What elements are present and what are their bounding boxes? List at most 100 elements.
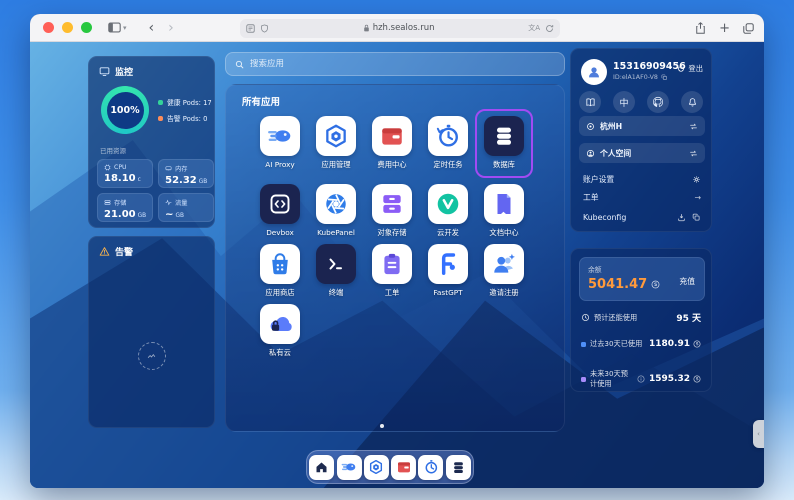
app-doc-center[interactable]: 文档中心 [476,184,532,244]
copy-icon[interactable] [661,74,668,81]
kubeconfig-item[interactable]: Kubeconfig [579,209,705,225]
clock-icon [581,313,590,322]
apps-section-title: 所有应用 [242,94,280,108]
workspace-selector[interactable]: 个人空间 [579,143,705,163]
memory-icon [165,165,172,172]
address-bar[interactable]: hzh.sealos.run 文A [240,19,560,38]
dock-cost-center-button[interactable] [391,455,416,480]
past-30-days-row: 过去30天已使用 1180.91 [581,339,701,349]
sealos-desktop: 监控 100% 健康 Pods: 17 告警 Pods: 0 [30,42,764,488]
zoom-window-button[interactable] [81,22,92,33]
resources-title: 已用资源 [100,145,214,155]
app-manage-icon [316,116,356,156]
switch-workspace-icon[interactable] [689,149,698,158]
reload-icon[interactable] [545,24,554,33]
monitor-title: 监控 [115,65,133,78]
app-ai-proxy[interactable]: AI Proxy [252,116,308,184]
switch-region-icon[interactable] [689,122,698,131]
app-private-cloud[interactable]: 私有云 [252,304,308,364]
coin-icon [693,340,701,348]
work-order-icon [372,244,412,284]
github-button[interactable] [647,91,669,113]
language-button[interactable]: 中 [613,91,635,113]
page-indicator-dot[interactable] [380,424,384,428]
object-storage-icon [372,184,412,224]
app-search-bar[interactable] [225,52,565,76]
doc-center-icon [484,184,524,224]
logout-button[interactable]: 登出 [677,64,703,74]
app-fastgpt[interactable]: FastGPT [420,244,476,304]
tab-overview-icon[interactable] [743,23,754,34]
reader-icon[interactable] [246,24,255,33]
traffic-card: 流量 ~GB [158,193,214,222]
gear-icon [692,175,701,184]
back-button[interactable]: ‹ [149,20,155,36]
docs-button[interactable] [579,91,601,113]
legend-alert: 告警 Pods: 0 [158,113,212,123]
forward-button[interactable]: › [168,20,174,36]
cron-job-icon [428,116,468,156]
app-store-icon [260,244,300,284]
app-kubepanel[interactable]: KubePanel [308,184,364,244]
account-id: ID:elA1AF0-V8 [613,74,668,81]
work-order-item[interactable]: 工单 → [579,189,705,205]
app-cloud-dev[interactable]: 云开发 [420,184,476,244]
dock-app-manage-button[interactable] [364,455,389,480]
balance-amount: 5041.47 [588,277,647,292]
search-input[interactable] [250,59,555,69]
collapse-handle[interactable]: ‹ [753,420,764,448]
chevron-down-icon: ▾ [123,24,127,32]
recharge-button[interactable]: 充值 [679,276,695,287]
storage-card: 存储 21.00GB [97,193,153,222]
browser-window: ▾ ‹ › hzh.sealos.run [30,14,764,488]
app-object-storage[interactable]: 对象存储 [364,184,420,244]
account-settings-item[interactable]: 账户设置 [579,171,705,187]
dock-cron-job-button[interactable] [418,455,443,480]
close-window-button[interactable] [43,22,54,33]
cloud-dev-icon [428,184,468,224]
health-gauge: 100% [101,86,149,134]
invite-icon [484,244,524,284]
coin-icon [693,375,701,383]
account-panel: 15316909456 ID:elA1AF0-V8 登出 [570,48,712,232]
next-30-days-row: 未来30天预计使用 1595.32 [581,369,701,389]
storage-icon [104,199,111,206]
app-cost-center[interactable]: 费用中心 [364,116,420,184]
dock [306,450,474,484]
new-tab-icon[interactable]: + [719,22,730,35]
url-text: hzh.sealos.run [373,23,435,33]
future-dot [581,377,586,382]
dock-home-button[interactable] [309,455,334,480]
download-icon[interactable] [677,213,686,222]
app-invite[interactable]: 邀请注册 [476,244,532,304]
apps-panel: 所有应用 AI Proxy 应用管理 [225,84,565,432]
avatar[interactable] [581,59,607,85]
dock-ai-proxy-button[interactable] [337,455,362,480]
app-app-store[interactable]: 应用商店 [252,244,308,304]
app-work-order[interactable]: 工单 [364,244,420,304]
app-terminal[interactable]: 终端 [308,244,364,304]
power-icon [677,65,685,73]
share-icon[interactable] [695,22,706,34]
dock-database-button[interactable] [446,455,471,480]
region-selector[interactable]: 杭州H [579,116,705,136]
balance-card: 余额 5041.47 充值 [579,257,705,301]
info-icon[interactable] [637,375,645,383]
app-app-manage[interactable]: 应用管理 [308,116,364,184]
private-cloud-icon [260,304,300,344]
copy-icon[interactable] [692,213,701,222]
devbox-icon [260,184,300,224]
app-devbox[interactable]: Devbox [252,184,308,244]
coin-icon [651,280,660,289]
shield-icon [260,24,269,33]
kubepanel-icon [316,184,356,224]
fastgpt-icon [428,244,468,284]
translate-icon[interactable]: 文A [528,23,540,33]
app-cron-job[interactable]: 定时任务 [420,116,476,184]
cpu-card: CPU 18.10c [97,159,153,188]
notifications-button[interactable] [681,91,703,113]
sidebar-toggle-icon[interactable]: ▾ [108,22,127,33]
app-database[interactable]: 数据库 [476,116,532,184]
memory-card: 内存 52.32GB [158,159,214,188]
minimize-window-button[interactable] [62,22,73,33]
